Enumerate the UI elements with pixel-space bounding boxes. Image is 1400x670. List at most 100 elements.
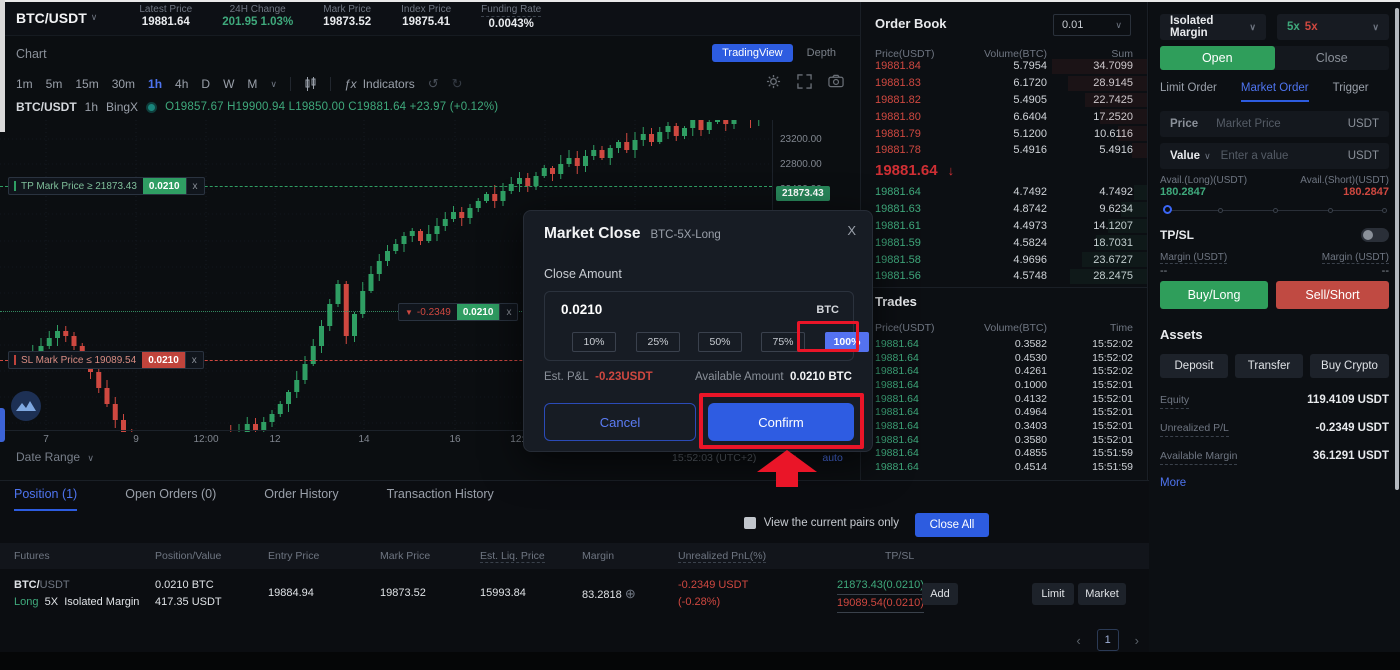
bottom-tab-transaction-history[interactable]: Transaction History xyxy=(387,487,494,511)
add-tpsl-button[interactable]: Add xyxy=(922,583,958,605)
indicators-button[interactable]: ƒx Indicators xyxy=(344,77,415,91)
bid-row[interactable]: 19881.644.74924.7492 xyxy=(861,184,1147,201)
bid-row[interactable]: 19881.564.574828.2475 xyxy=(861,268,1147,285)
current-page[interactable]: 1 xyxy=(1097,629,1119,651)
trade-row[interactable]: 19881.640.100015:52:01 xyxy=(861,378,1147,392)
open-tab[interactable]: Open xyxy=(1160,46,1275,70)
trade-row[interactable]: 19881.640.485515:51:59 xyxy=(861,447,1147,461)
bottom-tab-position-1-[interactable]: Position (1) xyxy=(14,487,77,511)
precision-dropdown[interactable]: 0.01 ∨ xyxy=(1053,14,1131,36)
slider-step[interactable] xyxy=(1273,208,1278,213)
timeframe-M[interactable]: M xyxy=(247,77,257,91)
date-range-selector[interactable]: Date Range ∨ xyxy=(16,450,94,464)
bid-row[interactable]: 19881.594.582418.7031 xyxy=(861,234,1147,251)
percent-button-10[interactable]: 10% xyxy=(572,332,616,352)
trade-row[interactable]: 19881.640.453015:52:02 xyxy=(861,351,1147,365)
percent-button-75[interactable]: 75% xyxy=(761,332,805,352)
redo-icon[interactable]: ↻ xyxy=(452,76,463,92)
position-close-icon[interactable]: x xyxy=(499,304,517,320)
close-tab[interactable]: Close xyxy=(1275,46,1390,70)
bid-row[interactable]: 19881.634.87429.6234 xyxy=(861,201,1147,218)
view-tab-tradingview[interactable]: TradingView xyxy=(712,44,793,62)
buy-crypto-button[interactable]: Buy Crypto xyxy=(1310,354,1389,378)
visibility-dot-icon[interactable] xyxy=(146,102,157,113)
timeframe-W[interactable]: W xyxy=(223,77,234,91)
order-tab-trigger[interactable]: Trigger xyxy=(1333,82,1369,102)
timeframe-4h[interactable]: 4h xyxy=(175,77,188,91)
fullscreen-icon[interactable] xyxy=(797,74,812,94)
price-field[interactable]: Price Market Price USDT xyxy=(1160,111,1389,137)
ask-row[interactable]: 19881.825.490522.7425 xyxy=(861,92,1147,109)
cancel-button[interactable]: Cancel xyxy=(544,403,696,441)
close-all-button[interactable]: Close All xyxy=(915,513,989,537)
more-link[interactable]: More xyxy=(1160,477,1186,489)
close-amount-input[interactable]: 0.0210 xyxy=(561,302,602,317)
timeframe-1h[interactable]: 1h xyxy=(148,77,162,91)
percent-button-50[interactable]: 50% xyxy=(698,332,742,352)
bid-row[interactable]: 19881.614.497314.1207 xyxy=(861,218,1147,235)
timeframe-D[interactable]: D xyxy=(201,77,210,91)
undo-icon[interactable]: ↺ xyxy=(428,76,439,92)
transfer-button[interactable]: Transfer xyxy=(1235,354,1303,378)
amount-slider[interactable] xyxy=(1163,205,1387,217)
ask-row[interactable]: 19881.806.640417.2520 xyxy=(861,108,1147,125)
tp-close-icon[interactable]: x xyxy=(186,178,204,194)
drawing-toolbar-handle[interactable] xyxy=(0,408,5,442)
trade-row[interactable]: 19881.640.358215:52:02 xyxy=(861,337,1147,351)
deposit-button[interactable]: Deposit xyxy=(1160,354,1228,378)
bid-row[interactable]: 19881.584.969623.6727 xyxy=(861,251,1147,268)
ask-row[interactable]: 19881.795.120010.6116 xyxy=(861,125,1147,142)
percent-button-25[interactable]: 25% xyxy=(636,332,680,352)
ask-row[interactable]: 19881.785.49165.4916 xyxy=(861,142,1147,159)
sell-short-button[interactable]: Sell/Short xyxy=(1276,281,1389,309)
trade-row[interactable]: 19881.640.413215:52:01 xyxy=(861,392,1147,406)
sl-close-icon[interactable]: x xyxy=(185,352,203,368)
last-price[interactable]: 19881.64 ↓ xyxy=(875,162,954,179)
order-tab-market-order[interactable]: Market Order xyxy=(1241,82,1309,102)
auto-scale-toggle[interactable]: auto xyxy=(822,452,842,464)
sl-value[interactable]: 19089.54(0.0210) xyxy=(837,595,924,613)
bottom-tab-open-orders-0-[interactable]: Open Orders (0) xyxy=(125,487,216,511)
tp-value[interactable]: 21873.43(0.0210) xyxy=(837,577,924,595)
tpsl-toggle[interactable] xyxy=(1361,228,1389,242)
ask-row[interactable]: 19881.845.795434.7099 xyxy=(861,58,1147,75)
buy-long-button[interactable]: Buy/Long xyxy=(1160,281,1268,309)
chevron-down-icon[interactable]: ∨ xyxy=(1204,151,1211,162)
bottom-tab-order-history[interactable]: Order History xyxy=(264,487,338,511)
margin-mode-dropdown[interactable]: Isolated Margin∨ xyxy=(1160,14,1266,40)
next-page-icon[interactable]: › xyxy=(1135,633,1139,648)
ask-row[interactable]: 19881.836.172028.9145 xyxy=(861,75,1147,92)
leverage-dropdown[interactable]: 5x5x ∨ xyxy=(1277,14,1389,40)
clock-readout[interactable]: 15:52:03 (UTC+2) xyxy=(672,452,756,464)
timeframe-15m[interactable]: 15m xyxy=(75,77,98,91)
percent-button-100[interactable]: 100% xyxy=(825,332,869,352)
checkbox[interactable] xyxy=(744,517,756,529)
tradingview-logo-icon[interactable] xyxy=(10,390,42,427)
slider-step[interactable] xyxy=(1328,208,1333,213)
slider-handle[interactable] xyxy=(1163,205,1172,214)
sl-order-label[interactable]: SL Mark Price ≤ 19089.54 0.0210 x xyxy=(8,351,204,369)
trade-row[interactable]: 19881.640.340315:52:01 xyxy=(861,419,1147,433)
slider-step[interactable] xyxy=(1382,208,1387,213)
timeframe-5m[interactable]: 5m xyxy=(46,77,63,91)
tp-order-label[interactable]: TP Mark Price ≥ 21873.43 0.0210 x xyxy=(8,177,205,195)
candle-style-icon[interactable] xyxy=(304,77,317,91)
pair-selector[interactable]: BTC/USDT xyxy=(16,10,87,26)
trade-row[interactable]: 19881.640.358015:52:01 xyxy=(861,433,1147,447)
modal-close-icon[interactable]: X xyxy=(847,223,856,238)
timeframe-30m[interactable]: 30m xyxy=(112,77,135,91)
pairs-only-filter[interactable]: View the current pairs only xyxy=(744,517,899,529)
view-tab-depth[interactable]: Depth xyxy=(797,44,846,62)
position-pnl-marker[interactable]: ▼ -0.2349 0.0210 x xyxy=(398,303,518,321)
order-tab-limit-order[interactable]: Limit Order xyxy=(1160,82,1217,102)
trade-row[interactable]: 19881.640.426115:52:02 xyxy=(861,364,1147,378)
timeframe-more-chevron[interactable]: ∨ xyxy=(270,79,277,90)
settings-gear-icon[interactable] xyxy=(766,74,781,94)
market-close-button[interactable]: Market xyxy=(1078,583,1126,605)
trade-row[interactable]: 19881.640.496415:52:01 xyxy=(861,405,1147,419)
value-field[interactable]: Value ∨ Enter a value USDT xyxy=(1160,143,1389,169)
position-row[interactable]: BTC/USDT Long 5X Isolated Margin 0.0210 … xyxy=(0,569,1149,619)
trade-row[interactable]: 19881.640.451415:51:59 xyxy=(861,460,1147,474)
camera-icon[interactable] xyxy=(828,74,844,94)
limit-close-button[interactable]: Limit xyxy=(1032,583,1074,605)
